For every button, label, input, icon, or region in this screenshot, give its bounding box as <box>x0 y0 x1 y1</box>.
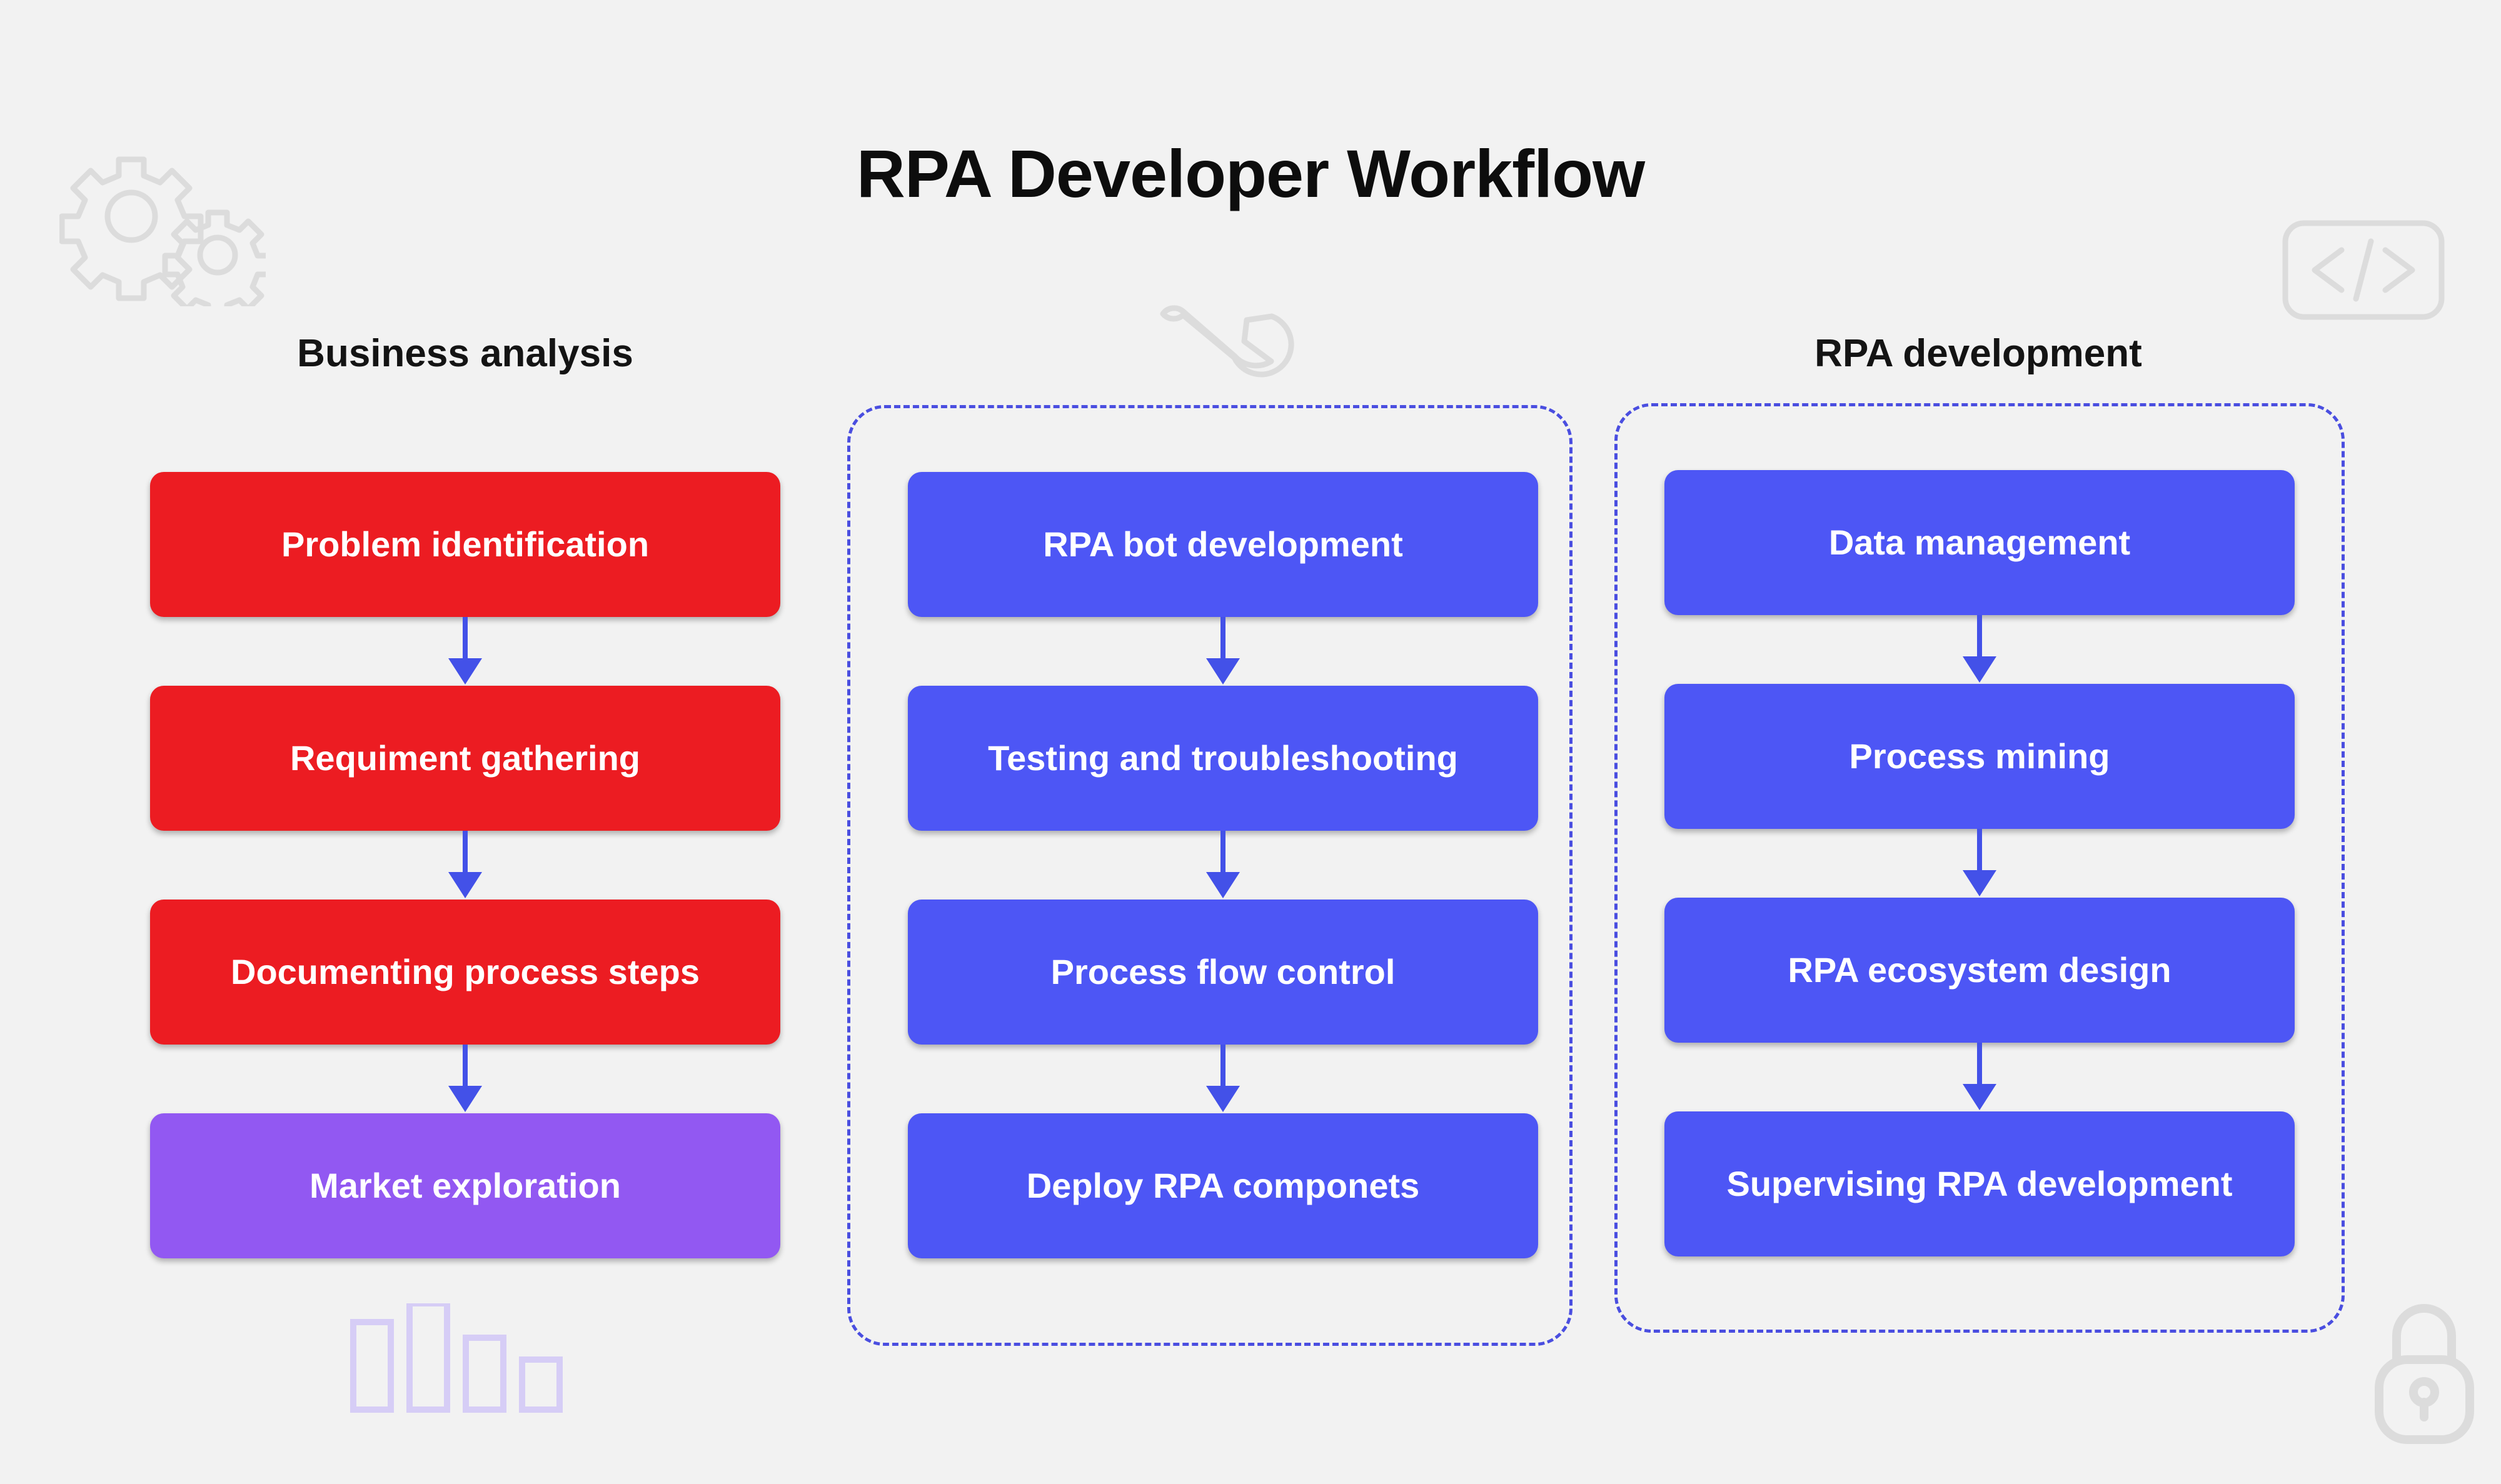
flow-arrow <box>908 617 1538 686</box>
flow-column-rpa-implementation: RPA bot development Testing and troubles… <box>908 472 1538 1258</box>
flow-arrow <box>1664 1043 2295 1111</box>
column-header-business-analysis: Business analysis <box>297 332 633 375</box>
flow-arrow <box>1664 829 2295 898</box>
arrow-shaft <box>1220 1045 1225 1091</box>
flow-node-label: Documenting process steps <box>231 952 700 992</box>
flow-node[interactable]: Process flow control <box>908 900 1538 1045</box>
arrow-head-icon <box>1206 872 1240 898</box>
flow-node[interactable]: Deploy RPA componets <box>908 1113 1538 1258</box>
flow-column-rpa-development: Data management Process mining RPA ecosy… <box>1664 470 2295 1256</box>
arrow-head-icon <box>1206 658 1240 684</box>
flow-node[interactable]: Market exploration <box>150 1113 780 1258</box>
arrow-shaft <box>1977 615 1982 661</box>
flow-node[interactable]: Process mining <box>1664 684 2295 829</box>
flow-node[interactable]: RPA ecosystem design <box>1664 898 2295 1043</box>
flow-arrow <box>150 617 780 686</box>
flow-node-label: Deploy RPA componets <box>1026 1166 1420 1206</box>
flow-arrow <box>150 831 780 900</box>
flow-node-label: RPA ecosystem design <box>1788 950 2171 990</box>
workflow-diagram: RPA Developer Workflow Business analysis… <box>0 0 2501 1484</box>
flow-node[interactable]: Testing and troubleshooting <box>908 686 1538 831</box>
flow-node[interactable]: RPA bot development <box>908 472 1538 617</box>
page-title: RPA Developer Workflow <box>856 136 1645 211</box>
flow-arrow <box>150 1045 780 1113</box>
wrench-icon <box>1150 300 1294 409</box>
flow-column-business-analysis: Problem identification Requiment gatheri… <box>150 472 780 1258</box>
flow-node-label: Requiment gathering <box>289 738 641 778</box>
flow-arrow <box>1664 615 2295 684</box>
arrow-shaft <box>463 617 468 663</box>
flow-node[interactable]: Data management <box>1664 470 2295 615</box>
arrow-shaft <box>463 831 468 877</box>
arrow-shaft <box>1977 829 1982 875</box>
arrow-shaft <box>1220 617 1225 663</box>
column-header-rpa-development: RPA development <box>1814 332 2142 375</box>
lock-icon <box>2367 1297 2482 1450</box>
flow-node-label: Data management <box>1828 523 2131 563</box>
arrow-head-icon <box>448 658 482 684</box>
arrow-shaft <box>1220 831 1225 877</box>
flow-node-label: Market exploration <box>309 1166 621 1206</box>
flow-node[interactable]: Documenting process steps <box>150 900 780 1045</box>
arrow-head-icon <box>1963 656 1996 683</box>
arrow-head-icon <box>448 872 482 898</box>
flow-arrow <box>908 1045 1538 1113</box>
code-icon <box>2282 220 2445 323</box>
arrow-head-icon <box>448 1086 482 1112</box>
flow-node[interactable]: Problem identification <box>150 472 780 617</box>
flow-arrow <box>908 831 1538 900</box>
flow-node-label: RPA bot development <box>1043 524 1403 564</box>
flow-node[interactable]: Requiment gathering <box>150 686 780 831</box>
flow-node[interactable]: Supervising RPA development <box>1664 1111 2295 1256</box>
bar-chart-icon <box>347 1300 572 1419</box>
flow-node-label: Process flow control <box>1050 952 1396 992</box>
arrow-head-icon <box>1963 1084 1996 1110</box>
arrow-head-icon <box>1963 870 1996 896</box>
arrow-head-icon <box>1206 1086 1240 1112</box>
arrow-shaft <box>1977 1043 1982 1089</box>
flow-node-label: Problem identification <box>281 524 650 564</box>
arrow-shaft <box>463 1045 468 1091</box>
flow-node-label: Process mining <box>1849 736 2110 776</box>
flow-node-label: Supervising RPA development <box>1726 1164 2233 1204</box>
flow-node-label: Testing and troubleshooting <box>988 738 1458 778</box>
